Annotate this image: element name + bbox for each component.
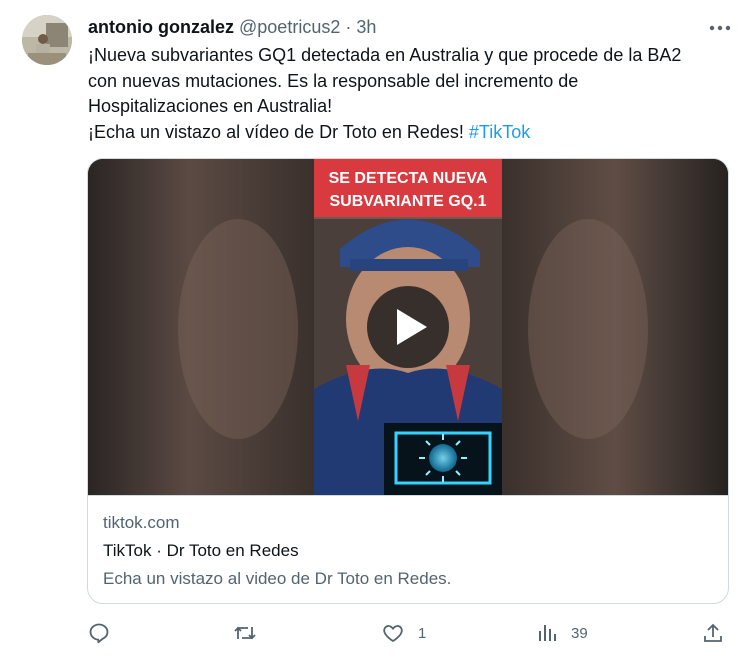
views-count: 39	[571, 624, 588, 642]
video-thumbnail[interactable]: SE DETECTA NUEVA SUBVARIANTE GQ.1	[88, 159, 728, 495]
link-card[interactable]: SE DETECTA NUEVA SUBVARIANTE GQ.1 tiktok…	[87, 158, 729, 604]
retweet-button[interactable]	[233, 622, 271, 644]
action-bar: 1 39	[0, 618, 756, 650]
separator-dot: ·	[345, 17, 352, 37]
views-icon	[539, 625, 556, 641]
tweet-text-line: ¡Echa un vistazo al vídeo de Dr Toto en …	[88, 120, 738, 146]
display-name[interactable]: antonio gonzalez	[88, 17, 234, 37]
reply-icon	[89, 623, 109, 644]
share-button[interactable]	[703, 622, 723, 644]
video-caption-line2: SUBVARIANTE GQ.1	[329, 193, 486, 210]
card-title: TikTok · Dr Toto en Redes	[103, 541, 299, 560]
card-description: Echa un vistazo al video de Dr Toto en R…	[103, 569, 452, 588]
play-icon[interactable]	[367, 286, 449, 368]
avatar-image	[22, 15, 72, 65]
timestamp[interactable]: 3h	[356, 17, 376, 37]
tweet-text-line: con nuevas mutaciones. Es la responsable…	[88, 70, 579, 91]
share-icon	[704, 623, 722, 642]
tweet-header: antonio gonzalez @poetricus2 · 3h	[88, 16, 376, 38]
video-caption-line1: SE DETECTA NUEVA	[329, 170, 488, 187]
tweet-text-line: ¡Nueva subvariantes GQ1 detectada en Aus…	[88, 45, 682, 65]
retweet-icon	[234, 626, 256, 640]
handle[interactable]: @poetricus2	[239, 17, 340, 37]
card-info[interactable]: tiktok.com TikTok · Dr Toto en Redes Ech…	[88, 495, 728, 603]
tweet[interactable]: antonio gonzalez @poetricus2 · 3h ¡Nueva…	[0, 0, 756, 664]
card-domain: tiktok.com	[103, 513, 180, 532]
like-count: 1	[418, 624, 427, 642]
avatar[interactable]	[22, 15, 72, 65]
tweet-text: ¡Nueva subvariantes GQ1 detectada en Aus…	[88, 43, 738, 145]
more-icon[interactable]	[708, 18, 732, 38]
reply-button[interactable]	[88, 622, 124, 644]
views-button[interactable]: 39	[537, 622, 588, 644]
like-icon	[383, 625, 403, 642]
tweet-text-prefix: ¡Echa un vistazo al vídeo de Dr Toto en …	[88, 121, 469, 142]
hashtag-link[interactable]: #TikTok	[469, 122, 530, 142]
tweet-text-line: Hospitalizaciones en Australia!	[88, 96, 333, 116]
like-button[interactable]: 1	[382, 622, 426, 644]
